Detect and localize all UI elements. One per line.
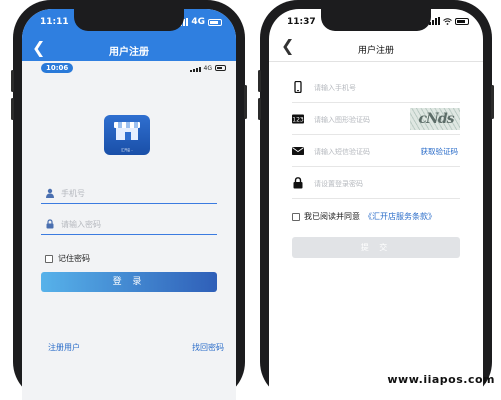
right-phone-frame: 11:37 ❮ 用户注册 请输入手机号 123 请输入图形验证码 cNds 请输… — [258, 0, 494, 400]
left-phone-frame: 11:11 4G ❮ 用户注册 10:06 4G 汇开店 .. 手机号 请输入密… — [11, 0, 247, 400]
header-bar: ❮ 用户注册 — [269, 35, 483, 62]
volume-down-button — [258, 98, 261, 120]
notch — [74, 9, 184, 31]
remember-label: 记住密码 — [58, 254, 90, 263]
battery-icon — [455, 17, 469, 25]
page-title: 用户注册 — [357, 46, 394, 56]
signal-icon — [189, 64, 201, 72]
phone-placeholder: 手机号 — [61, 189, 85, 198]
power-button — [244, 85, 247, 119]
lock-icon — [293, 177, 303, 189]
logo-caption: 汇开店 .. — [121, 148, 133, 152]
remember-password[interactable]: 记住密码 — [45, 253, 90, 264]
volume-up-button — [258, 70, 261, 92]
image-code-input[interactable]: 123 请输入图形验证码 cNds — [292, 103, 460, 135]
network-label: 4G — [191, 17, 205, 27]
inner-status-indicators: 4G — [189, 64, 226, 72]
login-screen: 11:11 4G ❮ 用户注册 10:06 4G 汇开店 .. 手机号 请输入密… — [22, 9, 236, 400]
login-form: 汇开店 .. 手机号 请输入密码 记住密码 登 录 注册用户 找回密码 — [22, 75, 236, 400]
watermark: www.iiapos.com — [387, 373, 495, 386]
agreement[interactable]: 我已阅读并同意 《汇开店服务条款》 — [292, 211, 436, 222]
password-input[interactable]: 请设置登录密码 — [292, 167, 460, 199]
login-button[interactable]: 登 录 — [41, 272, 217, 292]
forgot-password-link[interactable]: 找回密码 — [192, 342, 224, 353]
app-logo-icon: 汇开店 .. — [104, 115, 150, 155]
status-time: 11:37 — [287, 17, 316, 27]
status-indicators: 4G — [177, 17, 222, 27]
captcha-text: cNds — [418, 111, 455, 127]
envelope-icon — [292, 147, 304, 155]
password-input[interactable]: 请输入密码 — [41, 216, 217, 235]
password-placeholder: 请输入密码 — [61, 220, 101, 229]
inner-status-time: 10:06 — [41, 63, 74, 73]
password-placeholder: 请设置登录密码 — [314, 180, 363, 188]
power-button — [491, 85, 494, 119]
checkbox-icon[interactable] — [45, 254, 53, 263]
checkbox-icon[interactable] — [292, 212, 300, 221]
battery-icon — [215, 65, 226, 71]
status-time: 11:11 — [40, 17, 69, 27]
agree-text: 我已阅读并同意 — [304, 212, 360, 221]
volume-down-button — [11, 98, 14, 120]
inner-status-bar: 10:06 4G — [22, 61, 236, 75]
battery-icon — [208, 18, 222, 26]
sms-code-placeholder: 请输入短信验证码 — [314, 148, 370, 156]
register-link[interactable]: 注册用户 — [48, 342, 80, 353]
page-title: 用户注册 — [109, 47, 149, 58]
image-code-placeholder: 请输入图形验证码 — [314, 116, 370, 124]
captcha-123-icon: 123 — [292, 114, 304, 124]
user-icon — [46, 188, 54, 198]
phone-input[interactable]: 请输入手机号 — [292, 71, 460, 103]
submit-button[interactable]: 提 交 — [292, 237, 460, 258]
get-code-button[interactable]: 获取验证码 — [421, 146, 459, 157]
storefront-icon — [114, 122, 140, 142]
terms-link[interactable]: 《汇开店服务条款》 — [364, 211, 436, 222]
register-screen: 11:37 ❮ 用户注册 请输入手机号 123 请输入图形验证码 cNds 请输… — [269, 9, 483, 400]
volume-up-button — [11, 70, 14, 92]
phone-icon — [294, 81, 302, 93]
sms-code-input[interactable]: 请输入短信验证码 获取验证码 — [292, 135, 460, 167]
phone-placeholder: 请输入手机号 — [314, 84, 356, 92]
svg-text:123: 123 — [292, 117, 304, 124]
captcha-image[interactable]: cNds — [410, 108, 460, 130]
status-indicators — [429, 17, 469, 25]
notch — [321, 9, 431, 31]
phone-input[interactable]: 手机号 — [41, 185, 217, 204]
lock-icon — [46, 219, 54, 229]
inner-network-label: 4G — [203, 64, 212, 72]
wifi-icon — [443, 17, 452, 25]
